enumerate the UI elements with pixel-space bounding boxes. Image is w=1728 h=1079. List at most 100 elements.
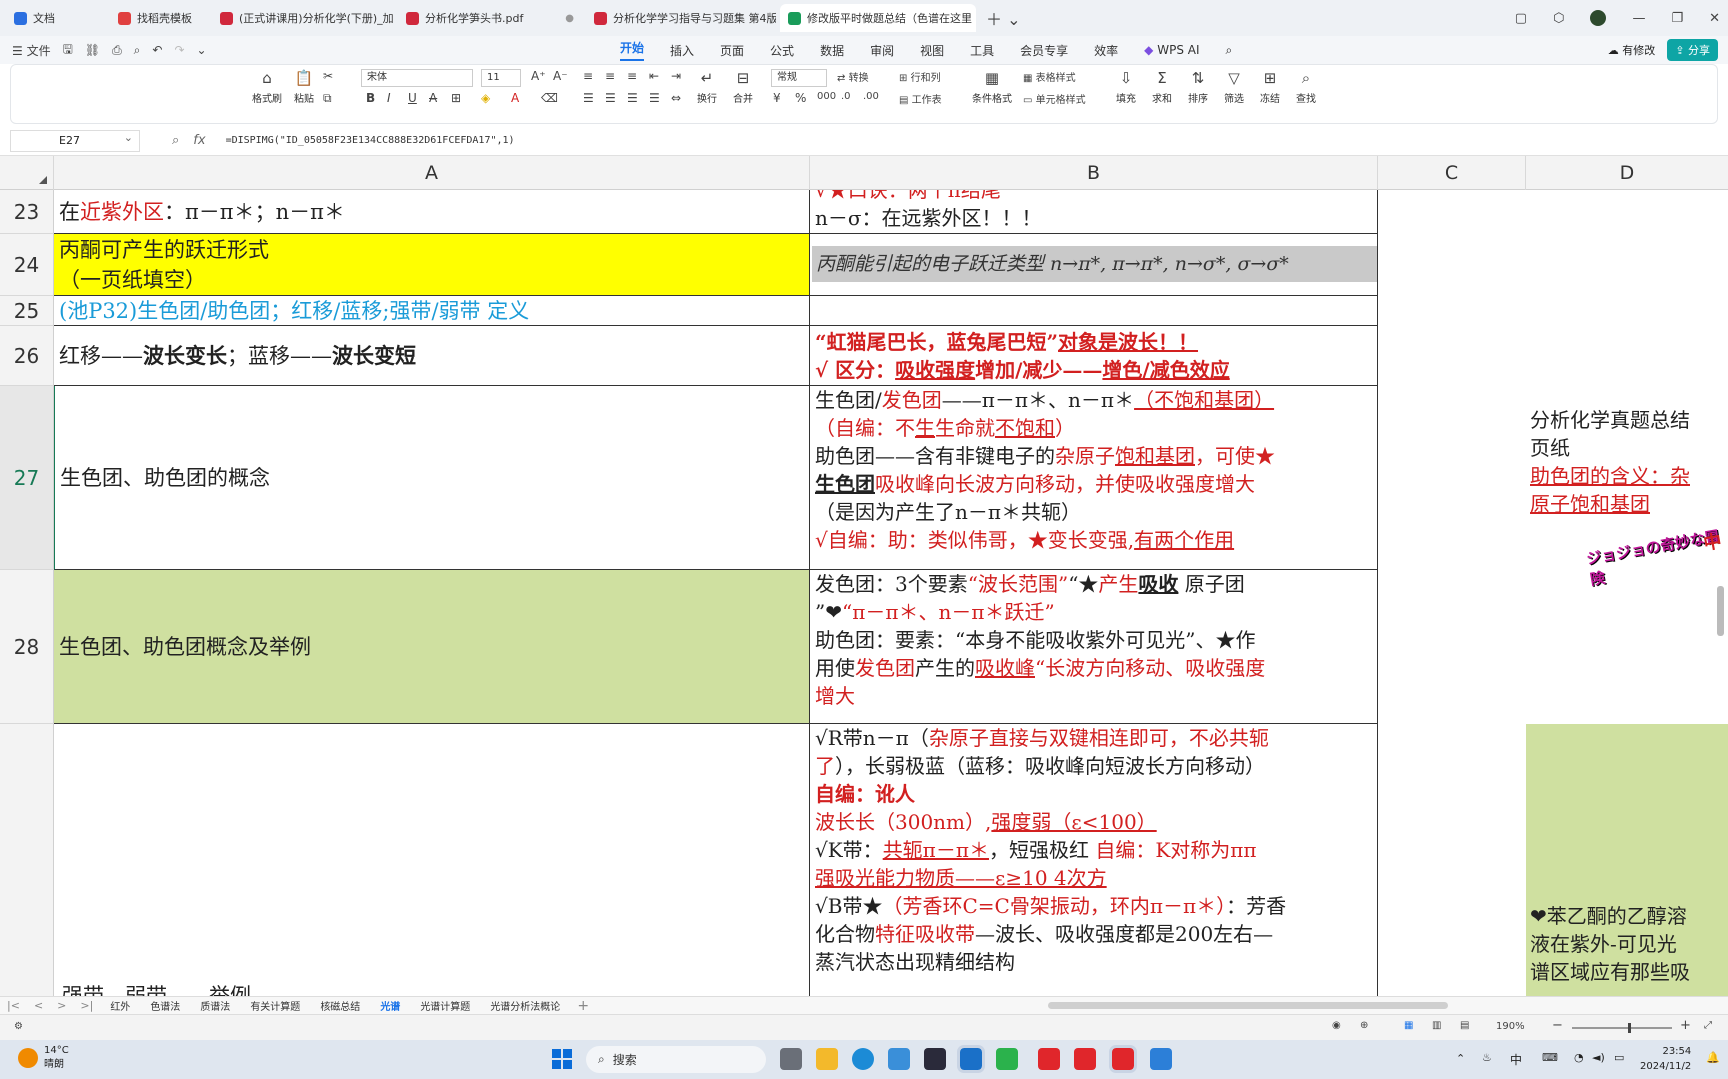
- currency-icon[interactable]: ¥: [773, 91, 781, 105]
- align-right-icon[interactable]: ☰: [627, 91, 638, 105]
- clock[interactable]: 23:54 2024/11/2: [1640, 1044, 1691, 1074]
- cell-a28[interactable]: 生色团、助色团概念及举例: [54, 570, 810, 724]
- reading-view-icon[interactable]: ▥: [1432, 1020, 1441, 1031]
- start-button[interactable]: [552, 1049, 572, 1069]
- taskbar-search[interactable]: ⌕ 搜索: [586, 1046, 766, 1073]
- align-middle-icon[interactable]: ≡: [605, 69, 615, 83]
- number-format-select[interactable]: 常规: [771, 69, 827, 87]
- vertical-scrollbar-thumb[interactable]: [1717, 586, 1724, 636]
- column-header-d[interactable]: D: [1526, 156, 1728, 190]
- redo-icon[interactable]: ↷: [174, 43, 184, 57]
- row-header-26[interactable]: 26: [0, 326, 54, 386]
- sheet-tab-spectro-calc[interactable]: 光谱计算题: [410, 998, 480, 1013]
- sheet-tab-spectro-intro[interactable]: 光谱分析法概论: [480, 998, 570, 1013]
- align-left-icon[interactable]: ☰: [583, 91, 594, 105]
- cell-b27[interactable]: 生色团/发色团——π－π＊、n－π＊（不饱和基团） （自编：不生生命就不饱和） …: [810, 386, 1378, 570]
- new-tab-icon[interactable]: ＋ ⌄: [986, 6, 1021, 30]
- column-header-a[interactable]: A: [54, 156, 810, 190]
- file-explorer-icon[interactable]: [816, 1048, 838, 1070]
- wps-icon[interactable]: [1038, 1048, 1060, 1070]
- tab-member[interactable]: 会员专享: [1020, 42, 1068, 59]
- merge-button[interactable]: ⊟ 合并: [723, 69, 763, 105]
- distribute-icon[interactable]: ⇔: [671, 91, 681, 105]
- restore-tabs-icon[interactable]: ▢: [1515, 11, 1527, 26]
- worksheet-button[interactable]: ▤ 工作表: [899, 91, 942, 106]
- link-icon[interactable]: ⛓: [85, 43, 100, 57]
- indent-increase-icon[interactable]: ⇥: [671, 69, 681, 83]
- zoom-slider-handle[interactable]: [1628, 1023, 1631, 1033]
- font-size-select[interactable]: 11: [481, 69, 521, 87]
- normal-view-icon[interactable]: ▦: [1404, 1020, 1413, 1031]
- tray-app-icon[interactable]: ♨: [1482, 1051, 1492, 1064]
- border-icon[interactable]: ⊞: [451, 91, 461, 105]
- tab-summary-sheet[interactable]: 修改版平时做题总结（色谱在这里●: [780, 4, 976, 32]
- sort-button[interactable]: ⇅ 排序: [1183, 69, 1213, 105]
- zoom-icon[interactable]: ⌕: [172, 133, 179, 148]
- font-color-icon[interactable]: A: [511, 91, 519, 105]
- freeze-button[interactable]: ⊞ 冻结: [1255, 69, 1285, 105]
- filter-button[interactable]: ▽ 筛选: [1219, 69, 1249, 105]
- paste-button[interactable]: 📋 粘贴: [287, 69, 321, 105]
- align-top-icon[interactable]: ≡: [583, 69, 593, 83]
- decimal-increase-icon[interactable]: .0: [841, 91, 851, 102]
- task-view-icon[interactable]: [780, 1048, 802, 1070]
- cell-b23[interactable]: √★口诀：两个π结尾 n－σ：在远紫外区！！！: [810, 190, 1378, 234]
- rows-cols-button[interactable]: ⊞ 行和列: [899, 69, 941, 84]
- conditional-format-button[interactable]: ▦ 条件格式: [969, 69, 1015, 105]
- row-header-24[interactable]: 24: [0, 234, 54, 296]
- minimize-icon[interactable]: —: [1632, 11, 1645, 26]
- last-sheet-icon[interactable]: >|: [80, 999, 93, 1012]
- zoom-out-icon[interactable]: −: [1552, 1018, 1563, 1033]
- indent-decrease-icon[interactable]: ⇤: [649, 69, 659, 83]
- tray-ime-icon[interactable]: ⌨: [1542, 1051, 1558, 1064]
- undo-icon[interactable]: ↶: [152, 43, 162, 57]
- table-style-button[interactable]: ▦ 表格样式: [1023, 69, 1076, 84]
- sheet-tab-nmr[interactable]: 核磁总结: [310, 998, 370, 1013]
- tab-docs[interactable]: 文档: [6, 4, 106, 32]
- app-icon[interactable]: [924, 1048, 946, 1070]
- tab-guide-pdf[interactable]: 分析化学学习指导与习题集 第4版.pdf: [586, 4, 776, 32]
- wechat-icon[interactable]: [996, 1048, 1018, 1070]
- name-box[interactable]: E27: [10, 128, 140, 152]
- sheet-tab-spectroscopy[interactable]: 光谱: [370, 998, 410, 1013]
- cell-a27[interactable]: 生色团、助色团的概念: [54, 386, 810, 570]
- avatar[interactable]: [1590, 10, 1607, 26]
- photos-icon[interactable]: [1150, 1048, 1172, 1070]
- zoom-level[interactable]: 190%: [1496, 1021, 1525, 1032]
- cell-a29[interactable]: 强带、弱带……举例: [54, 724, 810, 996]
- sheet-tab-ir[interactable]: 红外: [100, 998, 140, 1013]
- tab-review[interactable]: 审阅: [870, 42, 894, 59]
- wrap-text-button[interactable]: ↵ 换行: [691, 69, 723, 105]
- add-sheet-icon[interactable]: +: [577, 998, 589, 1014]
- cell-b26[interactable]: “虹猫尾巴长，蓝兔尾巴短”对象是波长！！ √ 区分：吸收强度增加/减少——增色/…: [810, 326, 1378, 386]
- tab-efficiency[interactable]: 效率: [1094, 42, 1118, 59]
- column-header-c[interactable]: C: [1378, 156, 1526, 190]
- tray-chevron-icon[interactable]: ⌃: [1456, 1052, 1465, 1065]
- fx-icon[interactable]: fx: [193, 133, 205, 148]
- close-window-icon[interactable]: ✕: [1709, 11, 1720, 26]
- cell-b24[interactable]: 丙酮能引起的电子跃迁类型 n→π*, π→π*, n→σ*, σ→σ*: [810, 234, 1378, 296]
- close-icon[interactable]: ●: [972, 13, 976, 24]
- tab-formula[interactable]: 公式: [770, 42, 794, 59]
- percent-icon[interactable]: %: [795, 91, 806, 105]
- first-sheet-icon[interactable]: |<: [7, 999, 20, 1012]
- font-name-select[interactable]: 宋体: [361, 69, 473, 87]
- italic-icon[interactable]: I: [387, 91, 391, 105]
- strikethrough-icon[interactable]: A: [429, 91, 437, 105]
- prev-sheet-icon[interactable]: <: [34, 999, 43, 1012]
- thousands-icon[interactable]: 000: [817, 91, 836, 102]
- cell-b29[interactable]: √R带n－π（杂原子直接与双键相连即可，不必共轭 了），长弱极蓝（蓝移：吸收峰向…: [810, 724, 1378, 996]
- cube-icon[interactable]: ⬡: [1553, 11, 1564, 26]
- tab-view[interactable]: 视图: [920, 42, 944, 59]
- zoom-slider[interactable]: [1572, 1027, 1672, 1029]
- save-icon[interactable]: 🖫: [63, 40, 73, 61]
- tab-data[interactable]: 数据: [820, 42, 844, 59]
- tab-lecture-pdf[interactable]: (正式讲课用)分析化学(下册)_加: [212, 4, 394, 32]
- cell-a24[interactable]: 丙酮可产生的跃迁形式 （一页纸填空）: [54, 234, 810, 296]
- tab-home[interactable]: 开始: [620, 39, 645, 61]
- align-center-icon[interactable]: ☰: [605, 91, 616, 105]
- column-header-b[interactable]: B: [810, 156, 1378, 190]
- underline-icon[interactable]: U: [408, 91, 417, 105]
- row-header-25[interactable]: 25: [0, 296, 54, 326]
- tab-bamboo-pdf[interactable]: 分析化学笋头书.pdf ●: [398, 4, 582, 32]
